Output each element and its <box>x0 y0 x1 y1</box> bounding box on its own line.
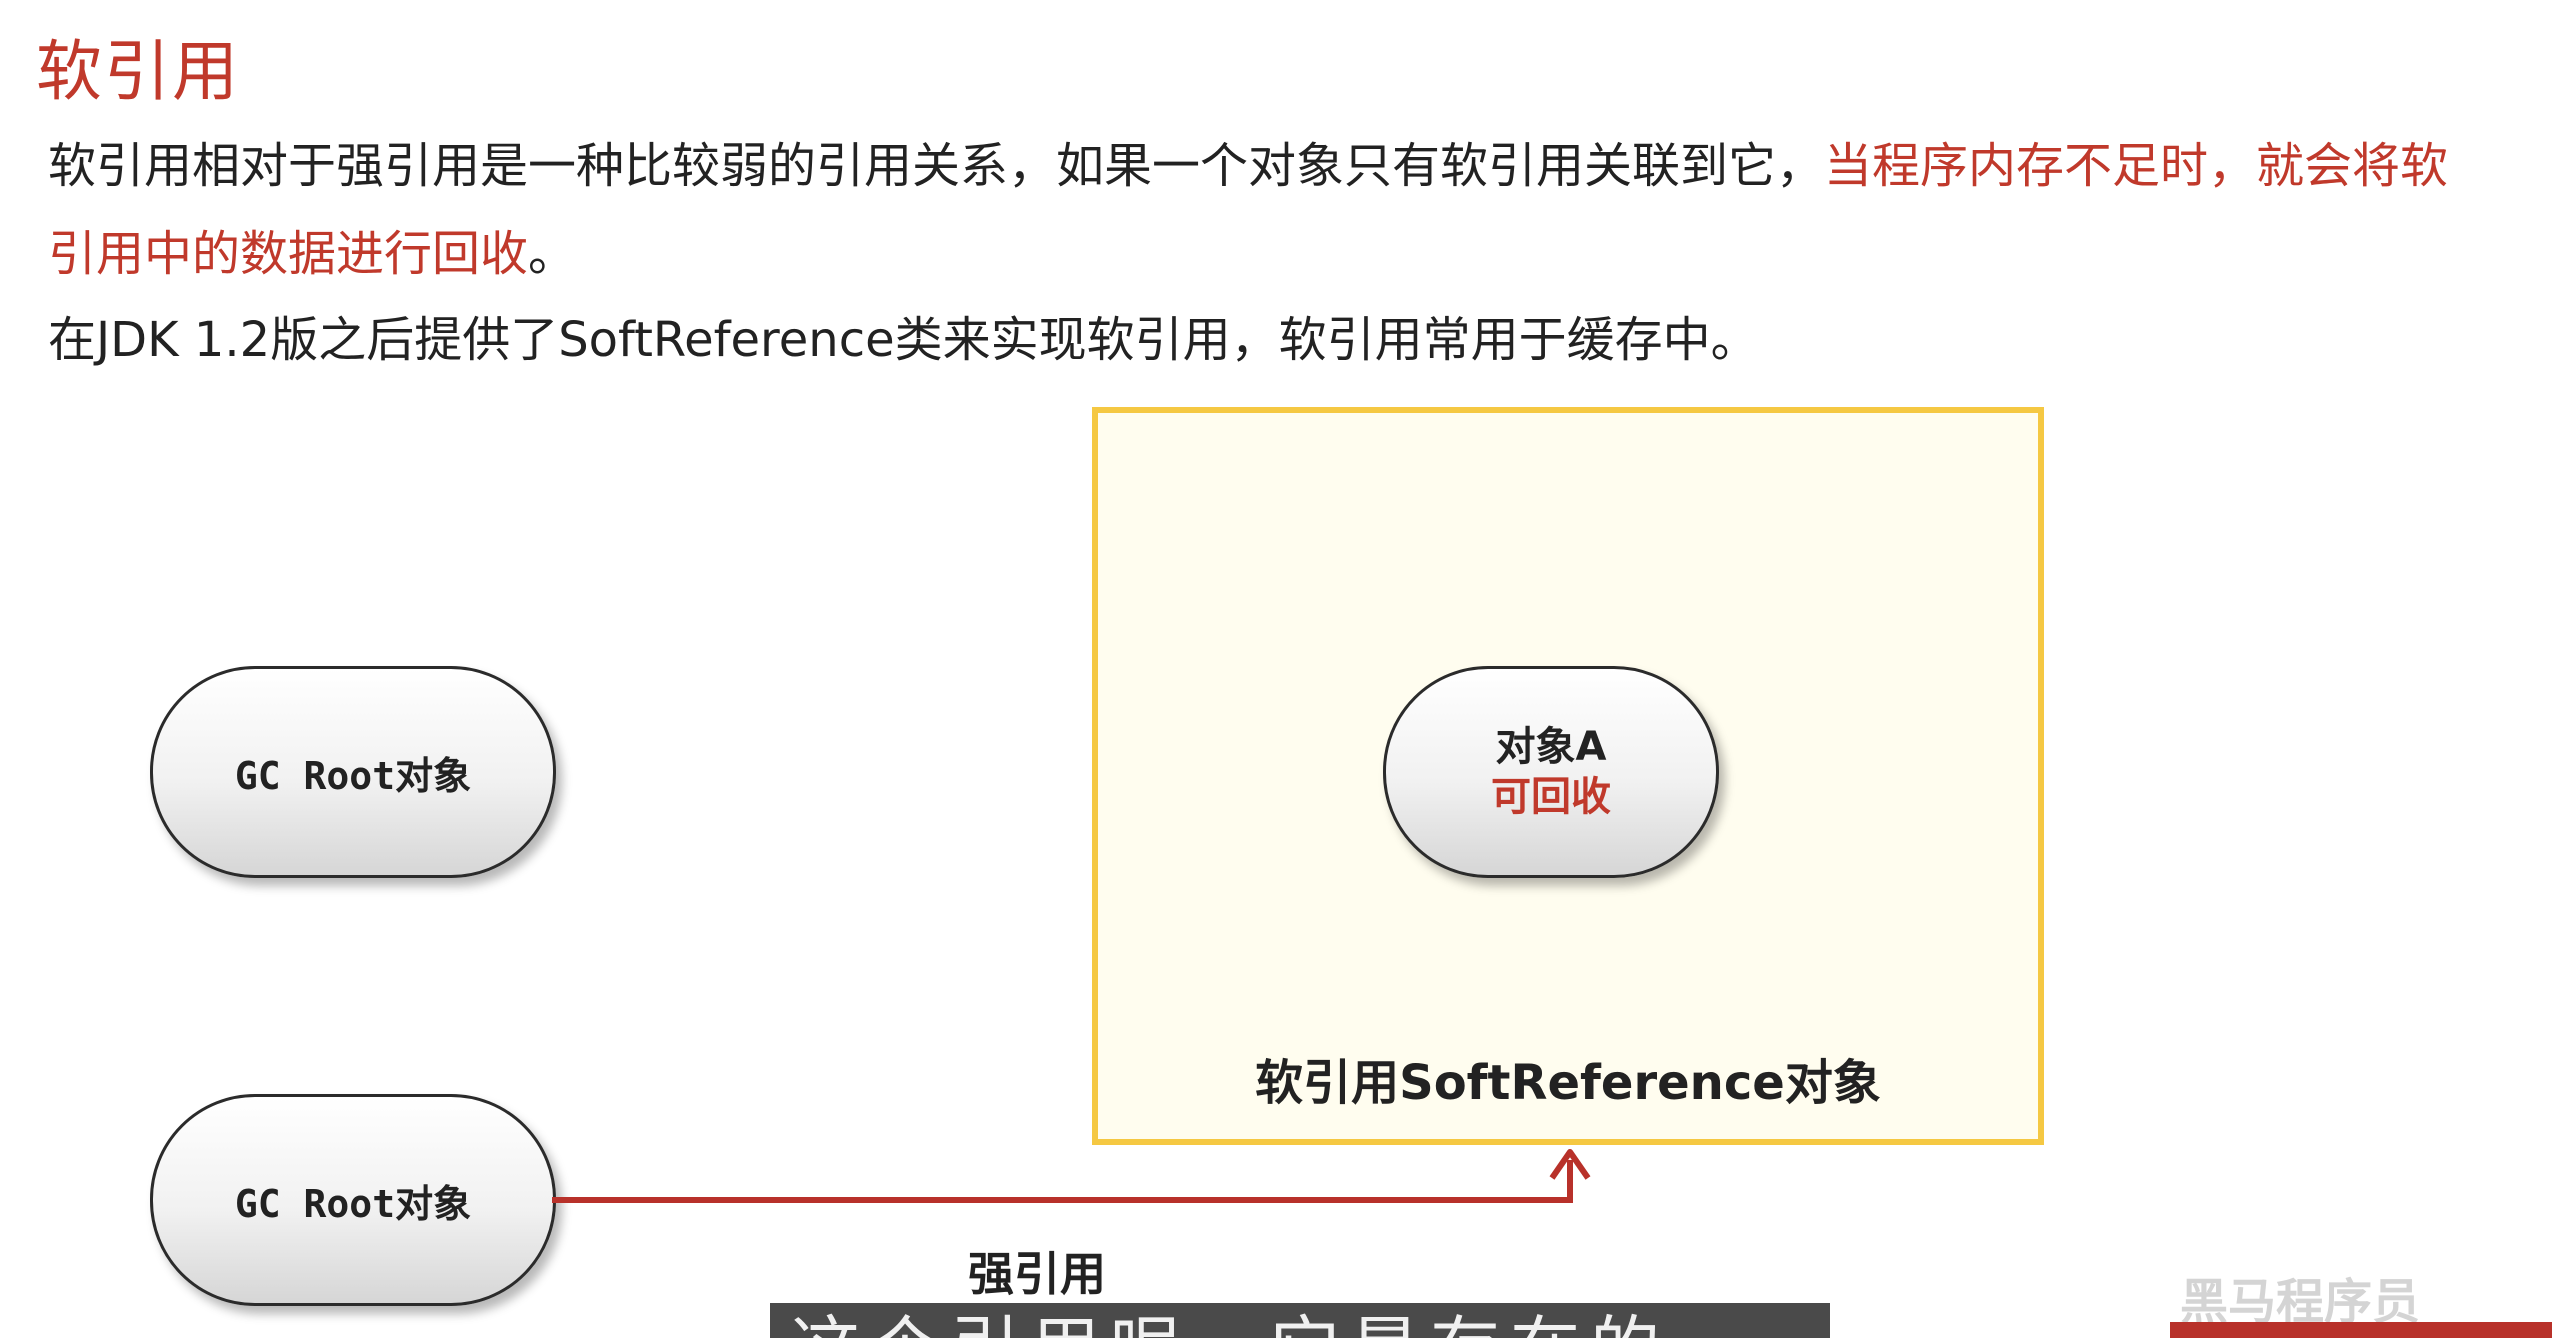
corner-decoration <box>2170 1322 2552 1338</box>
video-subtitle-bar: 这个引用呢，它是存在的 <box>770 1303 1830 1338</box>
strong-reference-arrow <box>552 1149 1591 1203</box>
strong-reference-line <box>552 1160 1573 1203</box>
video-subtitle-text: 这个引用呢，它是存在的 <box>790 1303 1670 1338</box>
strong-reference-label: 强引用 <box>968 1247 1106 1301</box>
